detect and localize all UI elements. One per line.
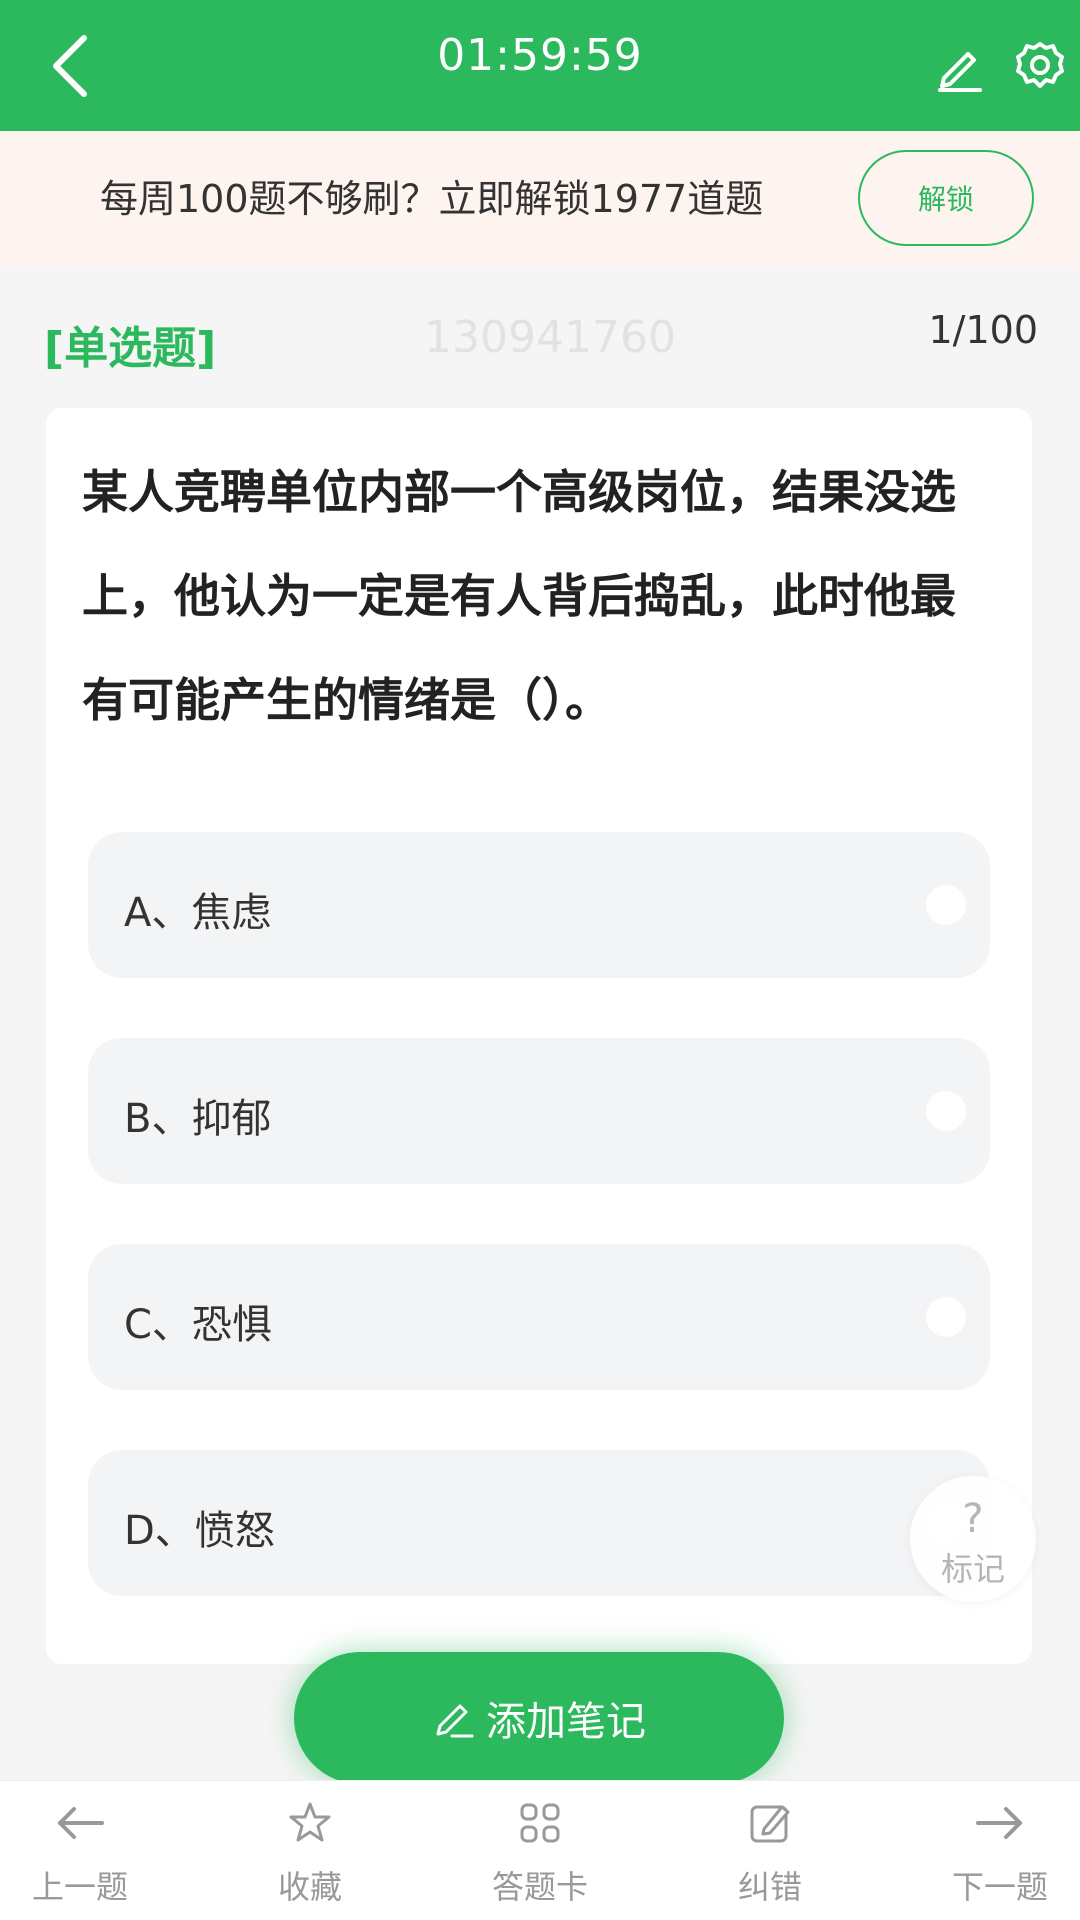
edit-button[interactable] [930, 36, 990, 96]
add-note-label: 添加笔记 [486, 1699, 646, 1745]
option-label: C、恐惧 [124, 1302, 272, 1348]
nav-label: 收藏 [277, 1868, 342, 1906]
gear-icon [1016, 42, 1064, 88]
mark-label: 标记 [940, 1550, 1005, 1588]
arrow-right-icon [976, 1807, 1022, 1839]
option-a[interactable]: A、焦虑 [88, 832, 990, 978]
question-type-label: [单选题] [44, 323, 217, 374]
option-label: B、抑郁 [124, 1096, 272, 1142]
question-mark-icon: ? [962, 1496, 984, 1542]
nav-favorite[interactable]: 收藏 [230, 1794, 390, 1914]
pencil-icon [938, 52, 982, 92]
pen-icon [436, 1704, 474, 1738]
question-text: 某人竞聘单位内部一个高级岗位，结果没选上，他认为一定是有人背后捣乱，此时他最有可… [82, 465, 956, 727]
option-label: D、愤怒 [124, 1508, 275, 1554]
nav-label: 纠错 [737, 1868, 802, 1906]
unlock-button[interactable]: 解锁 [858, 150, 1034, 246]
exam-timer: 01:59:59 [437, 30, 643, 81]
nav-next-question[interactable]: 下一题 [920, 1794, 1080, 1914]
settings-button[interactable] [1010, 36, 1070, 96]
nav-prev-question[interactable]: 上一题 [0, 1794, 160, 1914]
nav-label: 下一题 [951, 1868, 1048, 1906]
arrow-left-icon [58, 1807, 104, 1839]
option-d[interactable]: D、愤怒 [88, 1450, 990, 1596]
nav-label: 答题卡 [491, 1868, 588, 1906]
watermark-text: 130941760 [424, 312, 676, 363]
radio-circle-icon [926, 1091, 966, 1131]
option-label: A、焦虑 [124, 890, 272, 936]
question-progress: 1/100 [928, 308, 1038, 352]
star-icon [289, 1802, 331, 1842]
option-b[interactable]: B、抑郁 [88, 1038, 990, 1184]
nav-label: 上一题 [31, 1868, 128, 1906]
option-c[interactable]: C、恐惧 [88, 1244, 990, 1390]
top-bar: 01:59:59 [0, 0, 1080, 131]
add-note-button[interactable]: 添加笔记 [294, 1652, 784, 1784]
radio-circle-icon [926, 885, 966, 925]
nav-report-error[interactable]: 纠错 [690, 1794, 850, 1914]
app: 01:59:59 每周100题不够刷？立即解锁1977道题 解锁 [单选题] 1… [0, 0, 1080, 1920]
mark-button[interactable]: ? 标记 [910, 1476, 1036, 1602]
grid-icon [520, 1803, 560, 1843]
edit-square-icon [750, 1805, 790, 1843]
radio-circle-icon [926, 1297, 966, 1337]
nav-answer-sheet[interactable]: 答题卡 [460, 1794, 620, 1914]
promo-text: 每周100题不够刷？立即解锁1977道题 [100, 177, 764, 221]
